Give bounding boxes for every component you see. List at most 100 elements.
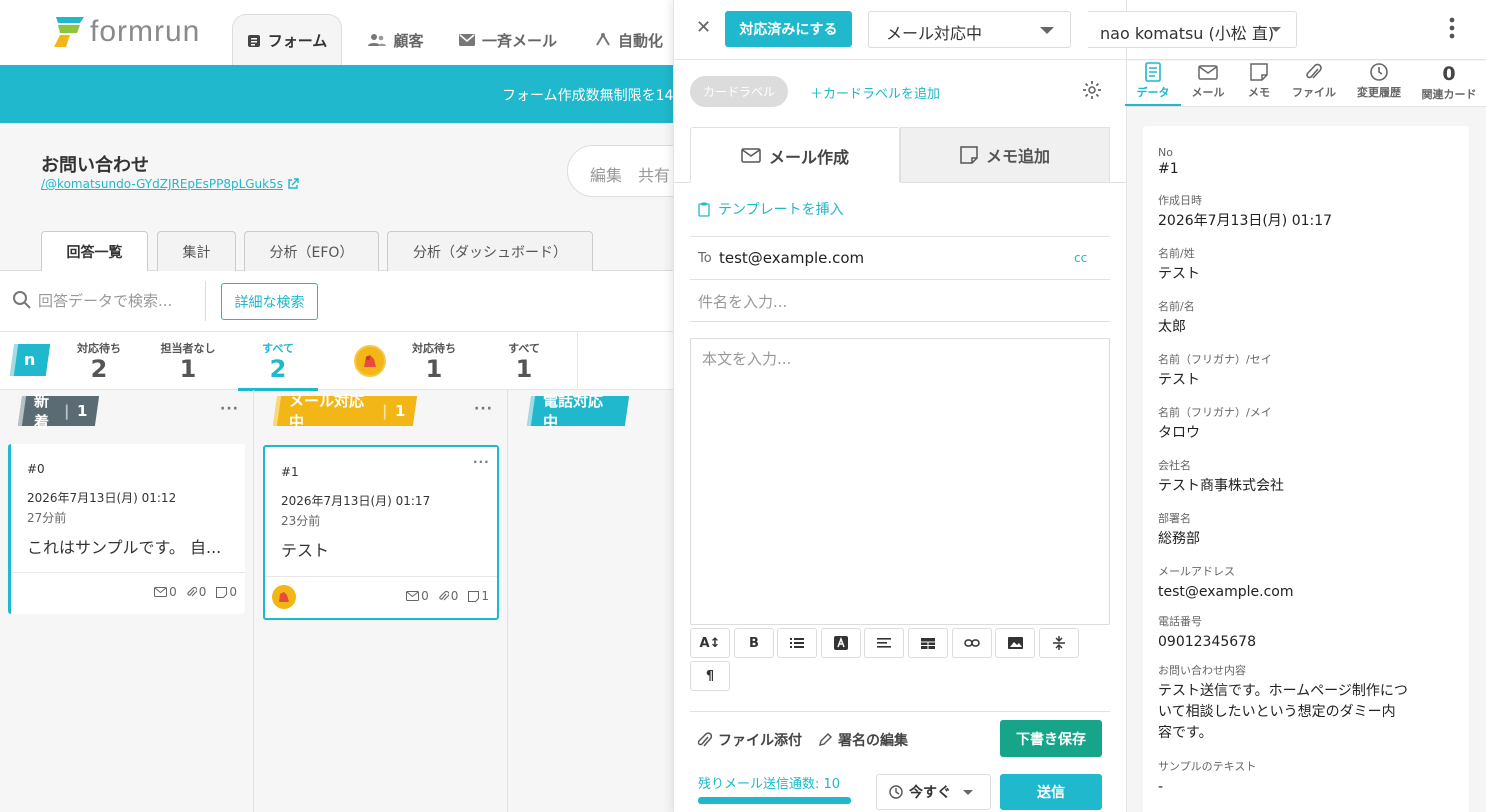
- table-icon[interactable]: [908, 628, 948, 658]
- tab-memo[interactable]: メモ: [1231, 62, 1287, 100]
- subtab-dashboard[interactable]: 分析（ダッシュボード）: [387, 231, 593, 271]
- font-size-icon[interactable]: A↕: [690, 628, 730, 658]
- column-header-mail[interactable]: メール対応中 | 1: [272, 392, 418, 431]
- stat-waiting[interactable]: 対応待ち 2: [59, 340, 139, 382]
- save-draft-button[interactable]: 下書き保存: [1000, 720, 1102, 757]
- advanced-search-button[interactable]: 詳細な検索: [221, 283, 318, 320]
- body-textarea[interactable]: 本文を入力...: [690, 338, 1110, 625]
- to-label: To: [698, 251, 712, 266]
- gear-icon[interactable]: [1082, 80, 1102, 100]
- template-label: テンプレートを挿入: [718, 202, 844, 218]
- column-menu-icon[interactable]: ···: [220, 401, 239, 417]
- form-icon: [247, 34, 260, 47]
- tab-label: 関連カード: [1421, 88, 1477, 101]
- nav-tab-form[interactable]: フォーム: [232, 14, 342, 66]
- list-icon[interactable]: [777, 628, 817, 658]
- column-header-new[interactable]: 新着 | 1: [17, 392, 100, 431]
- tab-compose-mail[interactable]: メール作成: [690, 127, 900, 183]
- field-value: -: [1158, 779, 1164, 795]
- subtab-summary[interactable]: 集計: [157, 231, 236, 271]
- divider: [205, 281, 206, 321]
- promo-text: フォーム作成数無制限を14: [502, 88, 674, 104]
- list-glyph: [790, 638, 804, 648]
- status-filter-row: n 対応待ち 2 担当者なし 1 すべて 2 対応待ち 1 すべて 1: [0, 331, 680, 391]
- tab-related-cards[interactable]: 0 関連カード: [1421, 62, 1477, 102]
- schedule-select[interactable]: 今すぐ: [876, 774, 991, 810]
- status-select[interactable]: メール対応中: [868, 11, 1071, 48]
- tab-files[interactable]: ファイル: [1286, 62, 1342, 100]
- link-icon[interactable]: [952, 628, 992, 658]
- field-key: サンプルのテキスト: [1158, 760, 1257, 773]
- stat-label: 担当者なし: [160, 342, 216, 355]
- image-icon[interactable]: [995, 628, 1035, 658]
- stat-my-waiting[interactable]: 対応待ち 1: [394, 340, 474, 382]
- stat-count: 2: [90, 355, 108, 383]
- field-value: 総務部: [1158, 531, 1200, 547]
- card-footer: 0 0 0: [11, 572, 245, 614]
- add-card-label-link[interactable]: ＋カードラベルを追加: [810, 83, 940, 102]
- count: 0: [450, 589, 459, 603]
- text-color-icon[interactable]: [821, 628, 861, 658]
- tab-mail[interactable]: メール: [1180, 62, 1236, 100]
- tab-label: メモ: [1248, 86, 1270, 99]
- response-card-selected[interactable]: #1 ··· 2026年7月13日(月) 01:17 23分前 テスト 0 0 …: [263, 445, 499, 620]
- response-card[interactable]: #0 2026年7月13日(月) 01:12 27分前 これはサンプルです。 自…: [8, 444, 245, 614]
- tab-data[interactable]: データ: [1125, 62, 1181, 106]
- card-menu-icon[interactable]: ···: [473, 455, 490, 469]
- formrun-logo[interactable]: formrun: [50, 15, 200, 49]
- stat-all[interactable]: すべて 2: [238, 340, 318, 391]
- column-header-phone[interactable]: 電話対応中: [526, 392, 630, 431]
- bold-icon[interactable]: B: [734, 628, 774, 658]
- align-icon[interactable]: [864, 628, 904, 658]
- field-department: 部署名 総務部: [1158, 510, 1200, 550]
- external-link-icon: [288, 178, 299, 189]
- attach-file-button[interactable]: ファイル添付: [698, 730, 802, 750]
- tab-add-memo[interactable]: メモ追加: [900, 127, 1110, 183]
- column-count: 1: [394, 402, 405, 420]
- card-label-chip[interactable]: カードラベル: [690, 76, 788, 107]
- subtab-efo[interactable]: 分析（EFO）: [244, 231, 379, 271]
- nav-tab-label: 自動化: [617, 31, 663, 50]
- nav-tab-automation[interactable]: 自動化: [586, 14, 672, 66]
- cc-button[interactable]: cc: [1074, 251, 1087, 265]
- nav-tab-label: 顧客: [393, 31, 424, 50]
- divider: [577, 332, 578, 390]
- search-input[interactable]: 回答データで検索...: [38, 290, 172, 311]
- close-icon[interactable]: ✕: [696, 17, 711, 38]
- sub-tabs: 回答一覧 集計 分析（EFO） 分析（ダッシュボード）: [0, 219, 680, 272]
- stat-label: すべて: [508, 342, 540, 355]
- tab-history[interactable]: 変更履歴: [1351, 62, 1407, 100]
- promo-banner[interactable]: フォーム作成数無制限を14: [0, 65, 680, 123]
- divider-icon[interactable]: [1039, 628, 1079, 658]
- file-count: 0: [439, 589, 459, 603]
- nav-tab-customers[interactable]: 顧客: [358, 14, 434, 66]
- mark-done-button[interactable]: 対応済みにする: [725, 11, 852, 47]
- nav-tab-bulk-mail[interactable]: 一斉メール: [452, 14, 564, 66]
- paragraph-icon[interactable]: ¶: [690, 661, 730, 691]
- tab-underline-cover: [690, 182, 900, 183]
- attach-label: ファイル添付: [718, 733, 802, 749]
- column-menu-icon[interactable]: ···: [474, 401, 493, 417]
- count: 0: [198, 585, 207, 599]
- assignee-select[interactable]: nao komatsu (小松 直): [1088, 11, 1297, 48]
- user-avatar[interactable]: [354, 345, 386, 377]
- form-url-text: /@komatsundo-GYdZJREpEsPP8pLGuk5s: [41, 177, 283, 191]
- subtab-responses[interactable]: 回答一覧: [41, 231, 148, 272]
- subject-input[interactable]: 件名を入力...: [698, 291, 787, 312]
- send-button[interactable]: 送信: [1000, 774, 1102, 810]
- field-value: テスト送信です。ホームページ制作について相談したいという想定のダミー内容です。: [1158, 683, 1408, 741]
- search-icon: [13, 291, 31, 309]
- mail-icon: [741, 148, 761, 163]
- users-icon: [368, 34, 387, 46]
- stat-unassigned[interactable]: 担当者なし 1: [148, 340, 228, 382]
- field-no: No #1: [1158, 146, 1179, 180]
- field-inquiry: お問い合わせ内容 テスト送信です。ホームページ制作について相談したいという想定のダ…: [1158, 662, 1408, 744]
- edit-signature-button[interactable]: 署名の編集: [818, 730, 908, 750]
- form-url-link[interactable]: /@komatsundo-GYdZJREpEsPP8pLGuk5s: [41, 177, 299, 191]
- to-field[interactable]: test@example.com: [719, 249, 864, 267]
- memo-icon: [216, 586, 228, 598]
- stat-my-all[interactable]: すべて 1: [484, 340, 564, 382]
- insert-template-link[interactable]: テンプレートを挿入: [698, 199, 844, 219]
- field-value: テスト: [1158, 372, 1200, 388]
- more-vertical-icon[interactable]: [1449, 16, 1455, 40]
